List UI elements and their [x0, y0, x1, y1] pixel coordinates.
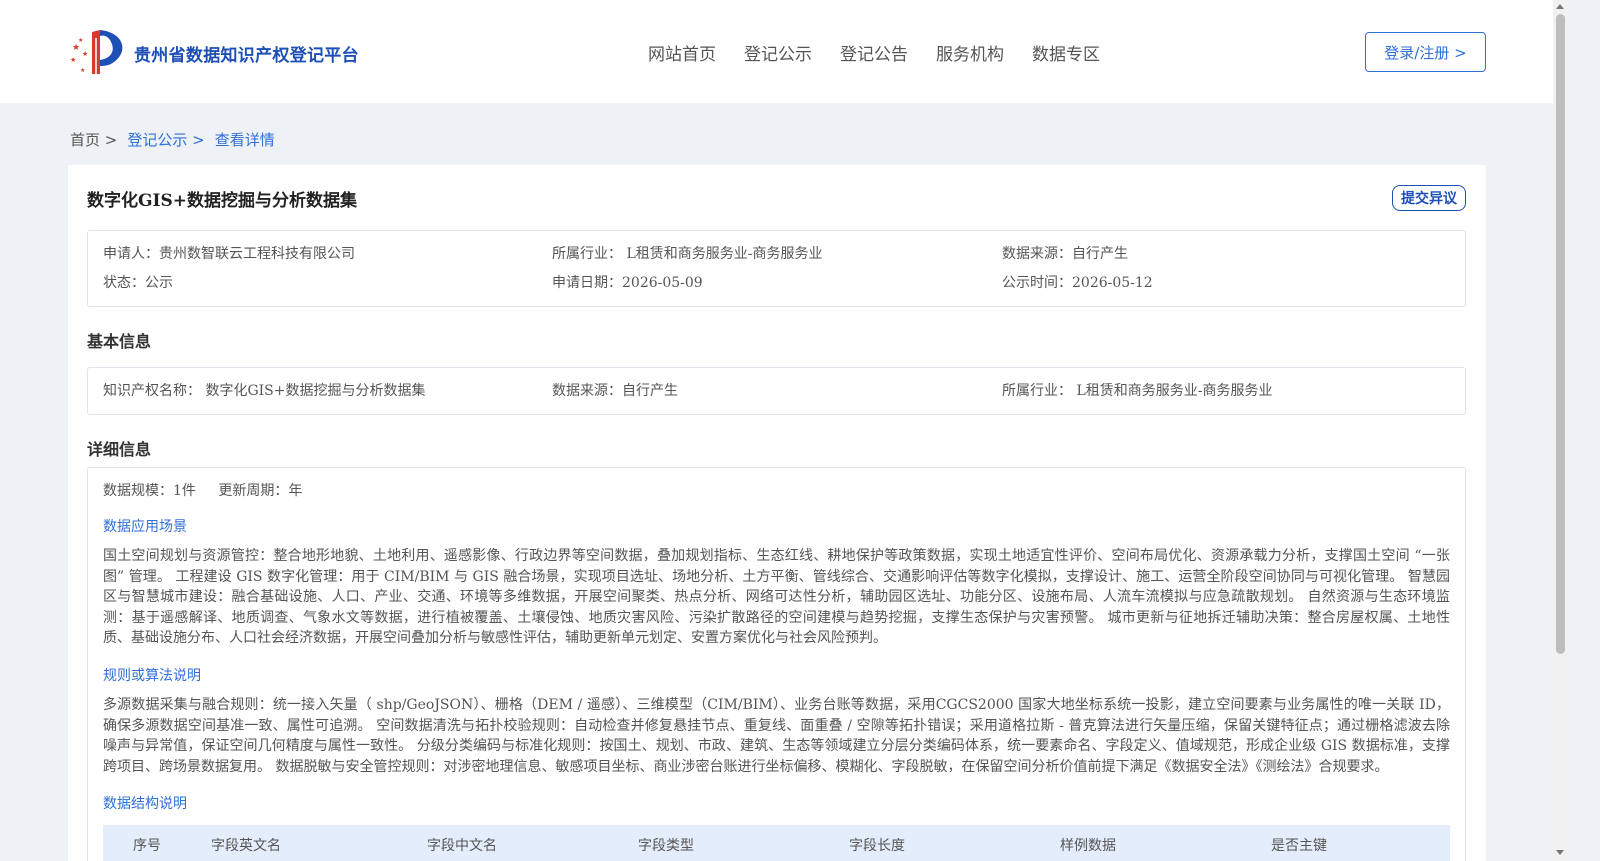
nav-registration-notice[interactable]: 登记公告: [840, 40, 908, 65]
col-sample: 样例数据: [1060, 838, 1116, 855]
col-primary-key: 是否主键: [1271, 838, 1327, 855]
page-title: 数字化GIS+数据挖掘与分析数据集: [87, 191, 357, 211]
detail-info-heading: 详细信息: [87, 440, 152, 459]
svg-text:★: ★: [82, 50, 88, 58]
basic-info-heading: 基本信息: [87, 332, 152, 351]
apply-date: 申请日期：2026-05-09: [552, 275, 703, 291]
col-chinese-name: 字段中文名: [427, 838, 497, 855]
site-header: ★ ★ ★ ★ ★ 贵州省数据知识产权登记平台 网站首页 登记公示 登记公告 服…: [0, 0, 1553, 103]
structure-table-header: 序号 字段英文名 字段中文名 字段类型 字段长度 样例数据 是否主键: [103, 825, 1450, 861]
data-source: 数据来源：自行产生: [1002, 246, 1128, 262]
basic-data-source: 数据来源：自行产生: [552, 383, 678, 399]
summary-box: 申请人：贵州数智联云工程科技有限公司 所属行业： L租赁和商务服务业-商务服务业…: [87, 230, 1466, 307]
breadcrumb-current: 查看详情: [214, 131, 275, 149]
submit-objection-button[interactable]: 提交异议: [1392, 185, 1466, 211]
rules-heading: 规则或算法说明: [103, 667, 201, 684]
col-english-name: 字段英文名: [211, 838, 281, 855]
scenario-heading: 数据应用场景: [103, 519, 187, 535]
col-length: 字段长度: [849, 838, 905, 855]
svg-text:★: ★: [72, 43, 80, 53]
rules-text: 多源数据采集与融合规则：统一接入矢量（ shp/GeoJSON）、栅格（DEM …: [103, 696, 1450, 775]
detail-info-box: 数据规模：1件 更新周期：年 数据应用场景 国土空间规划与资源管控：整合地形地貌…: [87, 467, 1466, 861]
industry: 所属行业： L租赁和商务服务业-商务服务业: [552, 246, 823, 262]
status: 状态：公示: [103, 275, 173, 291]
basic-industry: 所属行业： L租赁和商务服务业-商务服务业: [1002, 383, 1273, 399]
scale-cycle-row: 数据规模：1件 更新周期：年: [103, 480, 1450, 500]
login-register-button[interactable]: 登录/注册 >: [1365, 32, 1486, 72]
nav-data-zone[interactable]: 数据专区: [1032, 40, 1100, 65]
site-title: 贵州省数据知识产权登记平台: [134, 45, 359, 66]
site-logo[interactable]: ★ ★ ★ ★ ★ 贵州省数据知识产权登记平台: [70, 28, 359, 78]
scroll-thumb[interactable]: [1556, 14, 1565, 654]
breadcrumb-registration-public[interactable]: 登记公示 >: [127, 129, 204, 150]
col-index: 序号: [133, 838, 161, 855]
data-scale: 数据规模：1件: [103, 483, 196, 499]
svg-text:★: ★: [78, 37, 83, 44]
breadcrumb-home[interactable]: 首页 >: [70, 129, 117, 150]
update-cycle: 更新周期：年: [218, 483, 303, 499]
applicant: 申请人：贵州数智联云工程科技有限公司: [103, 246, 355, 262]
nav-service-agencies[interactable]: 服务机构: [936, 40, 1004, 65]
svg-text:★: ★: [80, 67, 85, 74]
breadcrumb: 首页 > 登记公示 > 查看详情: [70, 129, 275, 150]
page-scrollbar[interactable]: [1553, 0, 1568, 861]
public-date: 公示时间：2026-05-12: [1002, 275, 1153, 291]
col-type: 字段类型: [638, 838, 694, 855]
structure-heading: 数据结构说明: [103, 796, 187, 813]
scenario-text: 国土空间规划与资源管控：整合地形地貌、土地利用、遥感影像、行政边界等空间数据，叠…: [103, 548, 1450, 647]
nav-registration-public[interactable]: 登记公示: [744, 40, 812, 65]
svg-text:★: ★: [70, 56, 76, 64]
basic-info-box: 知识产权名称： 数字化GIS+数据挖掘与分析数据集 数据来源：自行产生 所属行业…: [87, 367, 1466, 415]
main-nav: 网站首页 登记公示 登记公告 服务机构 数据专区: [648, 40, 1128, 65]
nav-home[interactable]: 网站首页: [648, 40, 716, 65]
scroll-up-icon[interactable]: [1556, 4, 1564, 9]
scroll-down-icon[interactable]: [1556, 850, 1564, 855]
detail-card: 数字化GIS+数据挖掘与分析数据集 提交异议 申请人：贵州数智联云工程科技有限公…: [68, 165, 1486, 861]
ip-name: 知识产权名称： 数字化GIS+数据挖掘与分析数据集: [103, 383, 426, 399]
logo-emblem-icon: ★ ★ ★ ★ ★: [70, 30, 123, 74]
